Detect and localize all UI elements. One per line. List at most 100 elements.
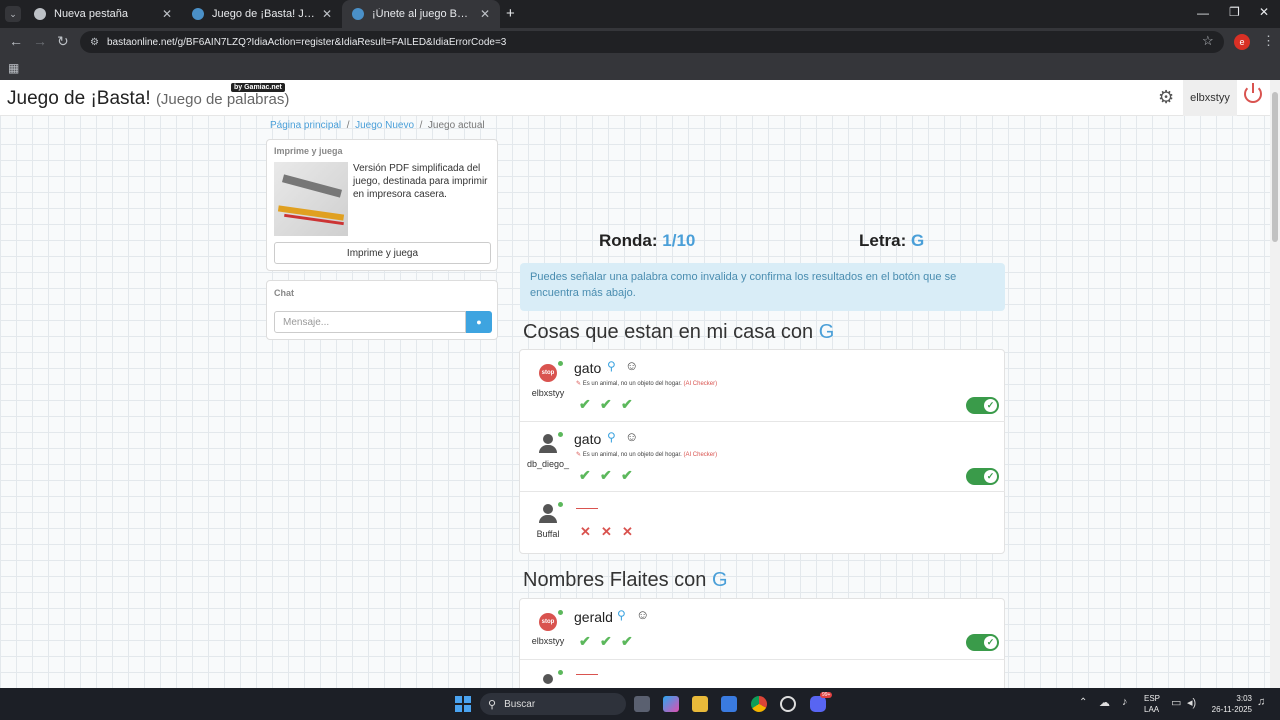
username-button[interactable]: elbxstyy: [1183, 80, 1237, 116]
apps-grid-icon[interactable]: ▦: [8, 61, 19, 75]
vote-cross-icon: ✕: [580, 524, 591, 539]
print-preview-image[interactable]: [274, 162, 348, 236]
chevron-up-icon[interactable]: ⌃: [1079, 697, 1087, 708]
bookmark-star-icon[interactable]: ☆: [1202, 33, 1214, 49]
cloud-icon[interactable]: ☁: [1099, 696, 1110, 709]
bookmark-bar: ▦: [0, 56, 1280, 80]
ai-checker-label: (AI Checker): [683, 452, 718, 458]
volume-icon[interactable]: ◂): [1187, 696, 1196, 709]
online-indicator: [558, 432, 563, 437]
emoji-icon[interactable]: ☺: [625, 429, 638, 444]
restore-button[interactable]: ❐: [1229, 5, 1240, 19]
network-icon[interactable]: ▭: [1171, 696, 1181, 709]
tab-search-button[interactable]: ⌄: [5, 6, 21, 22]
close-icon[interactable]: ✕: [322, 7, 332, 21]
ai-note: ✎ Es un animal, no un objeto del hogar. …: [576, 452, 718, 458]
breadcrumb-home-link[interactable]: Página principal: [270, 120, 341, 131]
reload-icon[interactable]: ↻: [57, 33, 69, 50]
answer-word: gerald: [574, 609, 613, 625]
taskbar-search-label: Buscar: [504, 698, 536, 710]
vote-check-icon: ✔: [579, 633, 591, 649]
store-icon[interactable]: [721, 696, 737, 712]
notification-bell-icon[interactable]: ♫: [1257, 696, 1265, 708]
category-title: Nombres Flaites con G: [523, 569, 728, 591]
breadcrumb-new-link[interactable]: Juego Nuevo: [355, 120, 414, 131]
vote-cross-icon: ✕: [601, 524, 612, 539]
url-text: bastaonline.net/g/BF6AIN7LZQ?IdiaAction=…: [106, 36, 507, 48]
vote-check-icon: ✔: [600, 467, 612, 483]
forward-arrow-icon[interactable]: →: [33, 33, 47, 49]
site-subtitle: (Juego de palabras): [155, 91, 290, 108]
check-icon: ✓: [984, 470, 997, 483]
print-and-play-button[interactable]: Imprime y juega: [274, 242, 491, 264]
window-close-button[interactable]: ✕: [1259, 5, 1269, 19]
chrome-icon[interactable]: [751, 696, 767, 712]
valid-toggle[interactable]: ✓: [966, 634, 999, 651]
chat-message-input[interactable]: Mensaje...: [274, 311, 466, 333]
scrollbar-thumb[interactable]: [1272, 92, 1278, 242]
valid-toggle[interactable]: ✓: [966, 397, 999, 414]
vote-check-icon: ✔: [621, 633, 633, 649]
check-icon: ✓: [984, 399, 997, 412]
ai-note: ✎ Es un animal, no un objeto del hogar. …: [576, 381, 718, 387]
answer-row: db_diego_ gato ⚲ ☺ ✎ Es un animal, no un…: [520, 422, 1005, 492]
emoji-icon[interactable]: ☺: [636, 607, 649, 622]
chat-send-button[interactable]: ●: [466, 311, 492, 333]
player-name: db_diego_: [526, 459, 570, 469]
gamiac-badge: by Gamiac.net: [231, 83, 285, 92]
vote-check-icon: ✔: [600, 633, 612, 649]
address-bar[interactable]: ⚙ bastaonline.net/g/BF6AIN7LZQ?IdiaActio…: [80, 31, 1224, 53]
gear-icon[interactable]: ⚙: [1158, 87, 1174, 108]
tab-juego-basta[interactable]: Juego de ¡Basta! Juega Stop, Tu ✕: [182, 0, 342, 28]
file-explorer-icon[interactable]: [692, 696, 708, 712]
round-indicator: Ronda: 1/10: [599, 231, 695, 251]
chat-title: Chat: [274, 288, 294, 298]
search-icon[interactable]: ⚲: [617, 608, 626, 622]
emoji-icon[interactable]: ☺: [625, 358, 638, 373]
breadcrumb-current: Juego actual: [427, 120, 485, 131]
round-label: Ronda:: [599, 231, 658, 250]
copilot-icon[interactable]: [663, 696, 679, 712]
round-value: 1/10: [662, 231, 696, 250]
profile-avatar[interactable]: e: [1234, 34, 1250, 50]
clock[interactable]: 3:03 26-11-2025: [1206, 693, 1252, 715]
tab-label: Juego de ¡Basta! Juega Stop, Tu: [212, 8, 316, 20]
answer-row: stop elbxstyy gato ⚲ ☺ ✎ Es un animal, n…: [520, 350, 1005, 422]
taskbar-search[interactable]: ⚲ Buscar: [480, 693, 626, 715]
close-icon[interactable]: ✕: [162, 7, 172, 21]
category-title: Cosas que estan en mi casa con G: [523, 321, 835, 343]
site-header: Juego de ¡Basta! (Juego de palabras) by …: [0, 80, 1270, 116]
ai-checker-label: (AI Checker): [683, 381, 718, 387]
menu-icon[interactable]: ⋮: [1262, 33, 1275, 49]
user-icon: [537, 502, 559, 524]
answer-word: gato: [574, 360, 602, 376]
search-icon[interactable]: ⚲: [607, 359, 616, 373]
valid-toggle[interactable]: ✓: [966, 468, 999, 485]
online-indicator: [558, 361, 563, 366]
online-indicator: [558, 610, 563, 615]
site-info-icon[interactable]: ⚙: [90, 37, 99, 48]
print-panel-description: Versión PDF simplificada del juego, dest…: [353, 163, 488, 200]
back-arrow-icon[interactable]: ←: [9, 33, 23, 49]
tab-label: Nueva pestaña: [54, 8, 128, 20]
user-icon: [537, 432, 559, 454]
minimize-button[interactable]: —: [1197, 6, 1209, 20]
player-name: elbxstyy: [531, 388, 565, 398]
tab-unete-juego[interactable]: ¡Únete al juego Basta! ✕: [342, 0, 500, 28]
task-view-icon[interactable]: [634, 696, 650, 712]
new-tab-button[interactable]: +: [506, 5, 515, 22]
language-indicator[interactable]: ESP LAA: [1144, 693, 1160, 715]
microphone-icon[interactable]: ♪: [1122, 696, 1128, 708]
player-name: Buffal: [536, 529, 560, 539]
windows-icon[interactable]: [455, 696, 471, 712]
vote-check-icon: ✔: [579, 467, 591, 483]
basta-favicon-icon: [192, 8, 204, 20]
search-icon[interactable]: ⚲: [607, 430, 616, 444]
tab-nueva-pestana[interactable]: Nueva pestaña ✕: [24, 0, 182, 28]
close-icon[interactable]: ✕: [480, 7, 490, 21]
chat-panel: Chat Mensaje... ●: [266, 280, 498, 340]
discord-icon[interactable]: [810, 696, 826, 712]
vote-cross-icon: ✕: [622, 524, 633, 539]
stop-avatar-icon: stop: [539, 364, 557, 382]
chatgpt-icon[interactable]: [780, 696, 796, 712]
